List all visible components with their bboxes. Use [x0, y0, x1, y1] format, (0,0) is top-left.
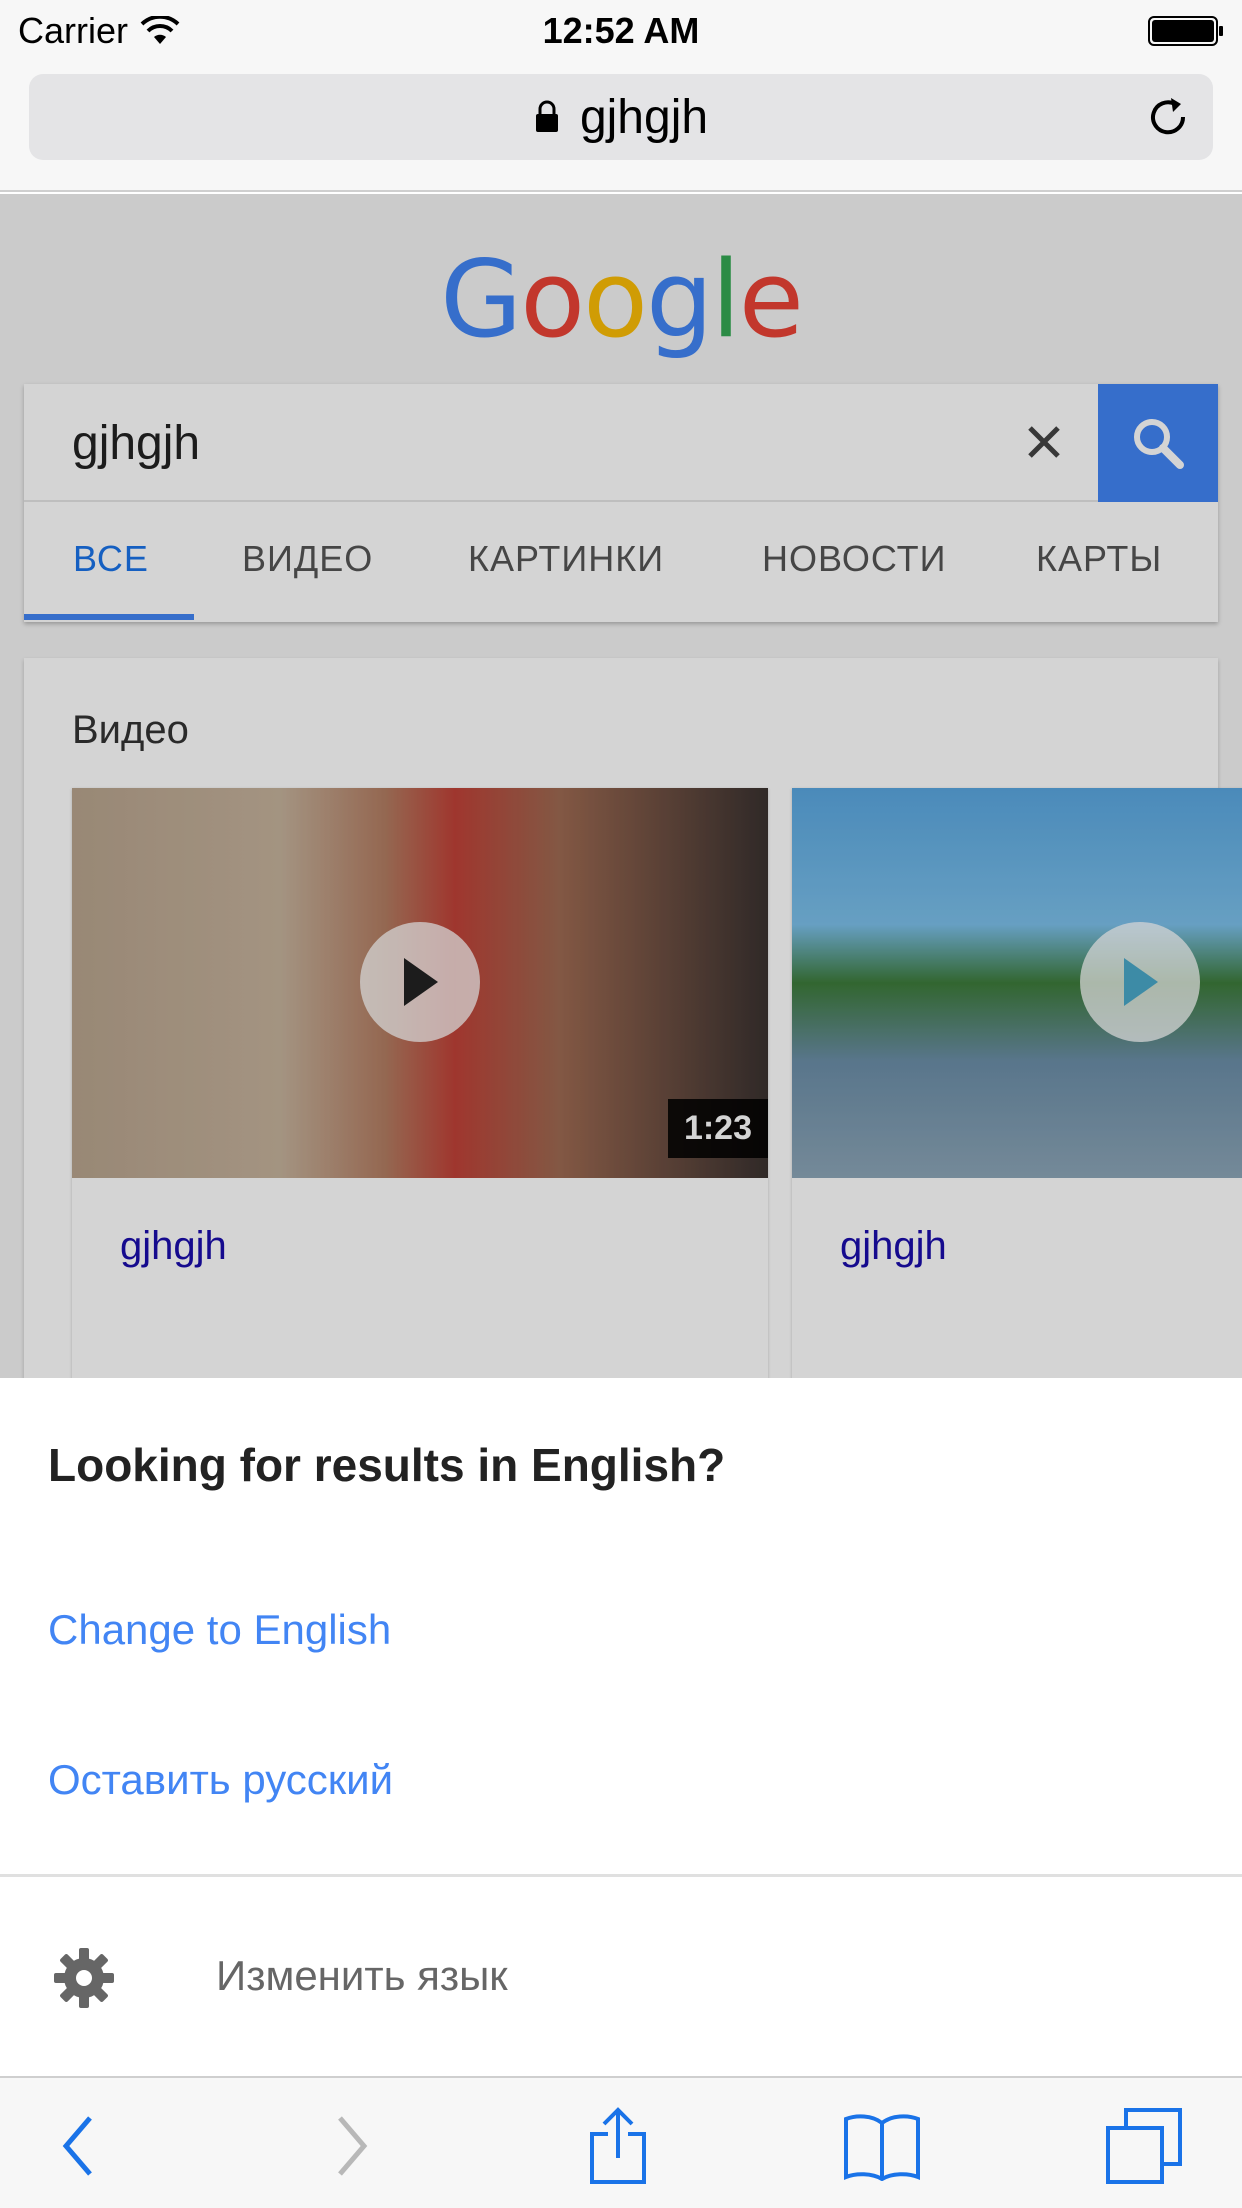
gear-icon[interactable] [52, 1946, 116, 2010]
share-button[interactable] [578, 2106, 658, 2186]
forward-button[interactable] [312, 2106, 392, 2186]
status-bar: Carrier 12:52 AM [0, 0, 1242, 62]
dim-overlay[interactable] [0, 194, 1242, 1378]
bookmarks-icon [844, 2114, 920, 2181]
tabs-icon [1106, 2108, 1182, 2184]
tabs-button[interactable] [1104, 2106, 1184, 2186]
url-field[interactable]: gjhgjh [29, 74, 1213, 160]
bookmarks-button[interactable] [842, 2106, 922, 2186]
status-time: 12:52 AM [542, 10, 700, 51]
share-icon [590, 2107, 646, 2184]
back-button[interactable] [38, 2106, 118, 2186]
keep-russian-link[interactable]: Оставить русский [48, 1756, 393, 1804]
sheet-title: Looking for results in English? [48, 1439, 726, 1491]
web-page: Google gjhgjh ВСЕ ВИДЕО КАРТИНКИ НОВОСТИ… [0, 194, 1242, 1378]
browser-toolbar [0, 2076, 1242, 2208]
sheet-divider [0, 1874, 1242, 1877]
url-text: gjhgjh [579, 90, 709, 144]
lock-icon [535, 100, 558, 132]
back-icon [62, 2116, 92, 2176]
change-language-link[interactable]: Изменить язык [216, 1952, 508, 2000]
battery-icon [1148, 16, 1223, 46]
forward-icon [338, 2116, 368, 2176]
change-to-english-link[interactable]: Change to English [48, 1606, 391, 1654]
reload-icon[interactable] [1145, 94, 1191, 140]
language-prompt-sheet: Looking for results in English? Change t… [0, 1378, 1242, 2076]
browser-address-bar: gjhgjh [0, 62, 1242, 192]
